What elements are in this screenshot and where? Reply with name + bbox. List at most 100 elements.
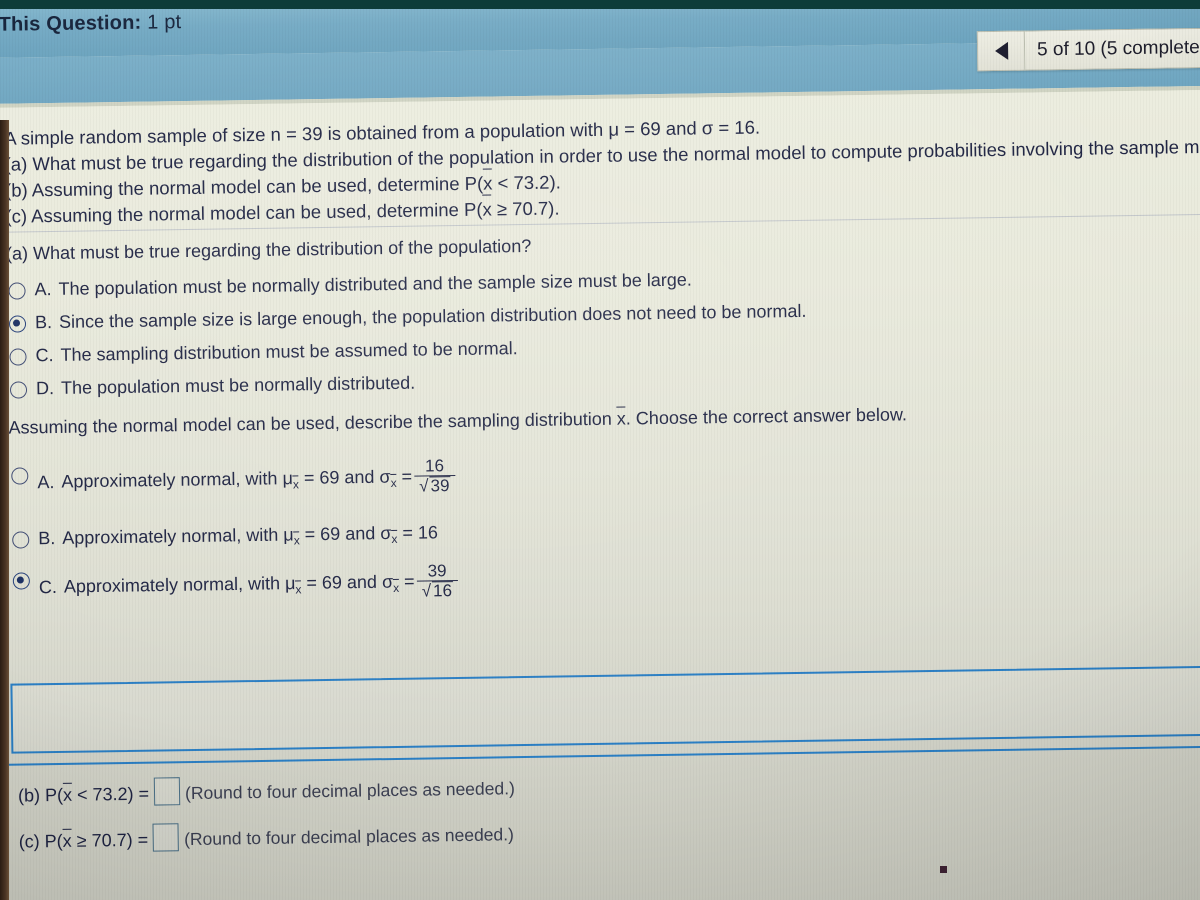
answer-b-hint: (Round to four decimal places as needed.… <box>184 778 515 804</box>
option-letter: D. <box>35 378 55 399</box>
question-nav-group[interactable]: 5 of 10 (5 complete <box>976 27 1200 72</box>
sigma-fraction: 16 √ 39 <box>414 456 456 496</box>
mu-symbol: μ <box>282 468 293 489</box>
screenshot-photo: This Question: 1 pt 5 of 10 (5 complete … <box>0 0 1200 900</box>
radio-b[interactable] <box>8 315 27 333</box>
sampling-option-c-label: C. Approximately normal, with μx = 69 and… <box>38 561 460 607</box>
part-a-option-a[interactable]: A. The population must be normally distri… <box>8 270 692 301</box>
mouse-cursor <box>940 866 947 873</box>
radio-c[interactable] <box>12 572 30 590</box>
part-a-option-b-label: B. Since the sample size is large enough,… <box>35 301 807 333</box>
monitor-bezel-top <box>0 0 1200 9</box>
option-text: The population must be normally distribu… <box>58 269 692 299</box>
mu-value: = 69 and <box>304 523 381 545</box>
answer-row-b: (b) P(x < 73.2) = (Round to four decimal … <box>18 772 515 807</box>
fraction-numerator: 39 <box>427 561 447 581</box>
part-a-option-d[interactable]: D. The population must be normally distri… <box>9 373 415 400</box>
x-bar-subscript: x <box>295 581 302 597</box>
radio-b[interactable] <box>12 531 30 549</box>
sqrt-radicand: 39 <box>429 475 451 496</box>
stem-line-4-prefix: (c) Assuming the normal model can be use… <box>5 198 483 227</box>
option-letter: A. <box>37 471 55 492</box>
equals-sign: = <box>402 522 414 543</box>
mu-symbol: μ <box>283 524 294 545</box>
sampling-option-b[interactable]: B. Approximately normal, with μx = 69 and… <box>12 522 438 551</box>
option-letter: A. <box>34 279 52 300</box>
x-bar-subscript: x <box>293 533 300 548</box>
answer-c-input[interactable] <box>152 823 180 852</box>
sampling-prompt-post: . Choose the correct answer below. <box>625 404 908 429</box>
question-body: A simple random sample of size n = 39 is… <box>0 89 1200 900</box>
sigma-symbol: σ <box>381 571 394 592</box>
triangle-left-icon <box>994 41 1008 61</box>
x-bar-subscript: x <box>390 475 397 490</box>
equals-sign: = <box>403 571 415 592</box>
x-bar-symbol: x <box>483 170 493 196</box>
radio-d[interactable] <box>9 381 28 399</box>
part-a-prompt: (a) What must be true regarding the dist… <box>5 235 532 264</box>
sampling-option-a-label: A. Approximately normal, with μ x = 69 and… <box>37 456 457 502</box>
answer-c-mid: ≥ 70.7) = <box>71 829 149 851</box>
mu-value: = 69 and <box>306 571 383 593</box>
sampling-prompt-pre: Assuming the normal model can be used, d… <box>8 408 617 438</box>
option-text: Since the sample size is large enough, t… <box>58 300 807 332</box>
sampling-option-b-label: B. Approximately normal, with μx = 69 and… <box>38 522 438 551</box>
part-a-option-c[interactable]: C. The sampling distribution must be assu… <box>9 338 518 367</box>
sampling-option-a[interactable]: A. Approximately normal, with μ x = 69 and… <box>11 456 457 502</box>
radio-a[interactable] <box>11 467 29 485</box>
equals-sign: = <box>401 466 413 487</box>
sigma-plain-value: 16 <box>417 522 439 543</box>
stem-line-4-suffix: ≥ 70.7). <box>491 197 560 220</box>
x-bar-symbol: x <box>62 784 73 805</box>
sqrt-icon: √ 39 <box>419 475 451 496</box>
x-bar-symbol: x <box>62 830 72 851</box>
sigma-fraction: 39 √ 16 <box>416 561 459 601</box>
fraction-denominator: √ 39 <box>414 474 456 496</box>
monitor-screen: This Question: 1 pt 5 of 10 (5 complete … <box>0 0 1200 900</box>
previous-question-button[interactable] <box>977 31 1026 71</box>
stem-line-3-prefix: (b) Assuming the normal model can be use… <box>4 172 484 201</box>
part-a-option-c-label: C. The sampling distribution must be assu… <box>35 338 517 366</box>
monitor-bezel-left <box>0 120 9 900</box>
answer-b-input[interactable] <box>153 777 181 806</box>
selected-answer-highlight <box>10 665 1200 754</box>
x-bar-subscript: x <box>391 531 398 547</box>
option-letter: B. <box>38 528 56 549</box>
answer-c-prefix: (c) P( <box>18 830 63 852</box>
mu-symbol: μ <box>284 573 296 594</box>
part-a-option-d-label: D. The population must be normally distri… <box>36 373 415 400</box>
sampling-option-c[interactable]: C. Approximately normal, with μx = 69 and… <box>12 561 460 607</box>
option-letter: C. <box>35 345 54 366</box>
x-bar-symbol: x <box>482 196 492 222</box>
option-lead: Approximately normal, with <box>62 524 284 548</box>
x-bar-symbol: x <box>616 408 626 429</box>
option-text: The sampling distribution must be assume… <box>60 338 518 365</box>
answer-row-c: (c) P(x ≥ 70.7) = (Round to four decimal … <box>18 818 514 853</box>
fraction-numerator: 16 <box>424 456 445 476</box>
radio-c[interactable] <box>9 348 27 366</box>
option-letter: B. <box>34 312 53 333</box>
radio-a[interactable] <box>8 282 26 300</box>
option-lead: Approximately normal, with <box>63 573 286 597</box>
sigma-symbol: σ <box>380 523 392 544</box>
sqrt-radicand: 16 <box>431 580 454 601</box>
question-label: This Question: <box>0 11 142 36</box>
x-bar-subscript: x <box>393 580 400 595</box>
part-a-option-b[interactable]: B. Since the sample size is large enough,… <box>8 301 807 334</box>
sigma-symbol: σ <box>379 466 391 487</box>
answer-c-hint: (Round to four decimal places as needed.… <box>183 824 515 850</box>
fraction-denominator: √ 16 <box>416 579 459 601</box>
sampling-prompt: Assuming the normal model can be used, d… <box>8 404 907 438</box>
mu-value: = 69 and <box>303 466 380 488</box>
question-header-title: This Question: 1 pt <box>0 11 182 37</box>
option-lead: Approximately normal, with <box>61 468 283 492</box>
part-a-option-a-label: A. The population must be normally distri… <box>34 270 692 301</box>
option-letter: C. <box>38 576 58 597</box>
stem-line-3-suffix: < 73.2). <box>492 171 561 194</box>
answer-b-mid: < 73.2) = <box>71 783 150 805</box>
question-points: 1 pt <box>147 11 182 34</box>
option-text: The population must be normally distribu… <box>60 372 416 398</box>
answer-b-prefix: (b) P( <box>17 784 64 806</box>
sqrt-icon: √ 16 <box>421 580 454 601</box>
question-progress-label: 5 of 10 (5 complete <box>1024 28 1200 70</box>
